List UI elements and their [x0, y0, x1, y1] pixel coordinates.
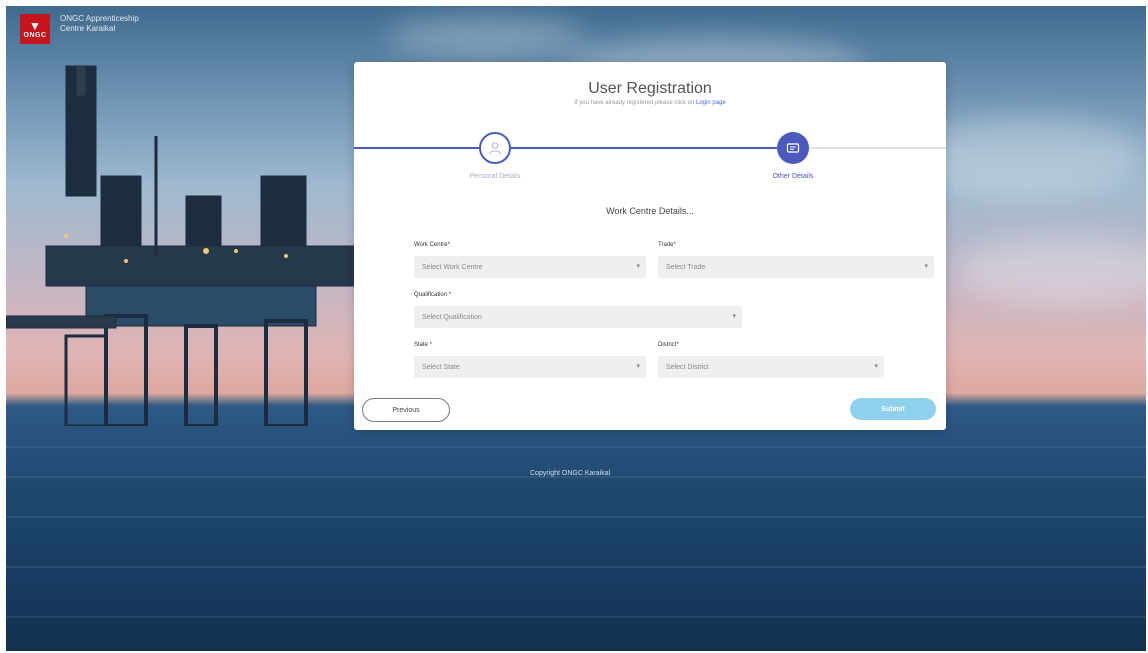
- user-icon: [488, 142, 502, 155]
- district-label: District*: [658, 342, 679, 348]
- wave: [6, 446, 1146, 448]
- qualification-select[interactable]: Select Qualification ▾: [414, 306, 742, 328]
- logo-text: ONGC: [23, 31, 47, 39]
- chevron-down-icon: ▾: [874, 363, 878, 370]
- state-select[interactable]: Select State ▾: [414, 356, 646, 378]
- chevron-down-icon: ▾: [924, 263, 928, 270]
- chevron-down-icon: ▾: [636, 263, 640, 270]
- logo-emblem-icon: ▼: [29, 18, 41, 33]
- qualification-placeholder: Select Qualification: [422, 313, 482, 321]
- step-personal-details[interactable]: [479, 132, 511, 164]
- login-link[interactable]: Login page: [696, 100, 726, 106]
- trade-label: Trade*: [658, 242, 676, 248]
- trade-select[interactable]: Select Trade ▾: [658, 256, 934, 278]
- id-card-icon: [786, 143, 800, 153]
- work-centre-placeholder: Select Work Centre: [422, 263, 483, 271]
- step-label-other: Other Details: [772, 173, 814, 180]
- step-label-personal: Personal Details: [469, 173, 521, 180]
- step-other-details[interactable]: [777, 132, 809, 164]
- chevron-down-icon: ▾: [636, 363, 640, 370]
- registration-card: User Registration If you have already re…: [354, 62, 946, 430]
- cloud: [386, 16, 586, 56]
- previous-button[interactable]: Previous: [362, 398, 450, 422]
- login-prompt-text: If you have already registered please cl…: [574, 100, 695, 106]
- chevron-down-icon: ▾: [732, 313, 736, 320]
- trade-placeholder: Select Trade: [666, 263, 706, 271]
- progress-line-remaining: [794, 147, 946, 149]
- copyright-footer: Copyright ONGC Karaikal: [530, 470, 611, 477]
- submit-button[interactable]: Submit: [850, 398, 936, 420]
- work-centre-select[interactable]: Select Work Centre ▾: [414, 256, 646, 278]
- brand-header: ▼ ONGC ONGC Apprenticeship Centre Karaik…: [20, 14, 150, 44]
- state-label: State *: [414, 342, 433, 348]
- ongc-logo: ▼ ONGC: [20, 14, 50, 44]
- qualification-label: Qualification *: [414, 292, 452, 298]
- oil-rig-image: [6, 65, 357, 426]
- wave: [6, 516, 1146, 518]
- brand-name: ONGC Apprenticeship Centre Karaikal: [60, 14, 139, 33]
- work-centre-label: Work Centre*: [414, 242, 450, 248]
- wave: [6, 566, 1146, 568]
- state-placeholder: Select State: [422, 363, 460, 371]
- progress-line-complete: [354, 147, 794, 149]
- district-placeholder: Select District: [666, 363, 709, 371]
- district-select[interactable]: Select District ▾: [658, 356, 884, 378]
- page-title: User Registration: [588, 80, 712, 97]
- section-title: Work Centre Details...: [606, 206, 694, 216]
- cloud: [956, 236, 1146, 306]
- wave: [6, 616, 1146, 618]
- login-prompt: If you have already registered please cl…: [354, 100, 946, 106]
